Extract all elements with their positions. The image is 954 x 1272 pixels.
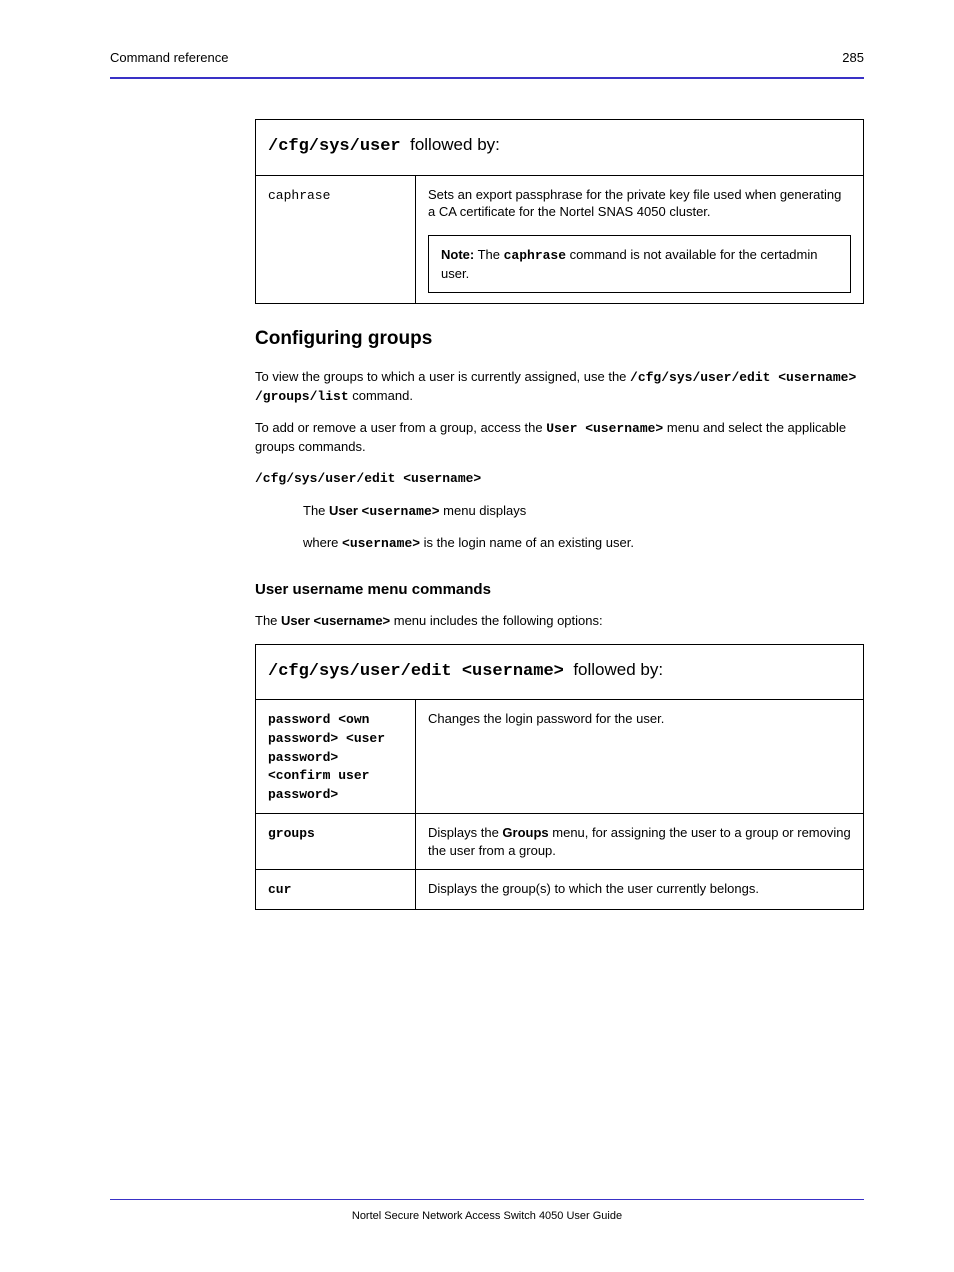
cell-desc-caphrase: Sets an export passphrase for the privat… xyxy=(416,175,864,303)
cell-desc-groups: Displays the Groups menu, for assigning … xyxy=(416,814,864,870)
table1-title-cmd: /cfg/sys/user xyxy=(268,137,401,156)
caphrase-desc: Sets an export passphrase for the privat… xyxy=(428,186,851,221)
table-row: password <own password> <user password> … xyxy=(256,700,864,814)
cell-cmd-caphrase: caphrase xyxy=(256,175,416,303)
groups-para-2: To add or remove a user from a group, ac… xyxy=(255,419,864,455)
header-left: Command reference xyxy=(110,50,229,65)
cell-cmd-password: password <own password> <user password> … xyxy=(256,700,416,814)
cell-desc-cur: Displays the group(s) to which the user … xyxy=(416,870,864,910)
user-username-bold: User <username> xyxy=(546,421,663,436)
page-number: 285 xyxy=(842,50,864,65)
table-row: groups Displays the Groups menu, for ass… xyxy=(256,814,864,870)
menu-line-3: where <username> is the login name of an… xyxy=(303,534,864,553)
menu-line-2: The User <username> menu displays xyxy=(303,502,864,521)
table-cfg-sys-user: /cfg/sys/user followed by: caphrase Sets… xyxy=(255,119,864,304)
heading-configuring-groups: Configuring groups xyxy=(255,328,864,350)
page-footer: Nortel Secure Network Access Switch 4050… xyxy=(110,1199,864,1222)
heading-user-menu-commands: User username menu commands xyxy=(255,581,864,598)
cell-desc-password: Changes the login password for the user. xyxy=(416,700,864,814)
user-menu-intro: The User <username> menu includes the fo… xyxy=(255,612,864,630)
cell-cmd-groups: groups xyxy=(256,814,416,870)
table1-title-suffix: followed by: xyxy=(405,135,500,154)
note-label: Note: xyxy=(441,247,474,262)
table2-title-cmd: /cfg/sys/user/edit <username> xyxy=(268,662,564,681)
main-content: /cfg/sys/user followed by: caphrase Sets… xyxy=(255,119,864,910)
table2-title: /cfg/sys/user/edit <username> followed b… xyxy=(256,644,864,700)
note-cmd: caphrase xyxy=(504,248,566,263)
page-header: Command reference 285 xyxy=(110,50,864,79)
table-row: cur Displays the group(s) to which the u… xyxy=(256,870,864,910)
table-row: caphrase Sets an export passphrase for t… xyxy=(256,175,864,303)
table1-title: /cfg/sys/user followed by: xyxy=(256,120,864,176)
footer-center: Nortel Secure Network Access Switch 4050… xyxy=(110,1210,864,1222)
groups-para-1: To view the groups to which a user is cu… xyxy=(255,368,864,405)
cell-cmd-cur: cur xyxy=(256,870,416,910)
note-box: Note: The caphrase command is not availa… xyxy=(428,235,851,293)
cmd-edit-username: /cfg/sys/user/edit <username> xyxy=(255,471,481,486)
menu-cmd-line: /cfg/sys/user/edit <username> xyxy=(255,469,864,488)
table-user-menu: /cfg/sys/user/edit <username> followed b… xyxy=(255,644,864,910)
